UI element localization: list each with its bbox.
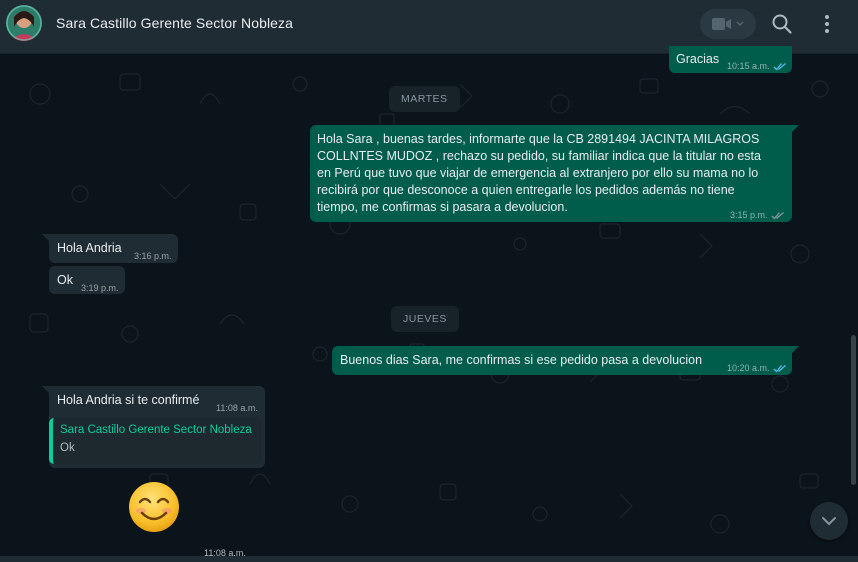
- message-text: Hola Sara , buenas tardes, informarte qu…: [317, 132, 761, 214]
- message-time: 10:20 a.m.: [727, 363, 770, 373]
- message-time: 3:16 p.m.: [134, 251, 172, 261]
- avatar-photo-icon: [6, 5, 42, 41]
- message-time: 3:19 p.m.: [81, 283, 119, 293]
- double-check-icon: [771, 212, 784, 220]
- message-meta: 11:08 a.m.: [216, 400, 258, 417]
- chevron-down-icon: [736, 21, 744, 27]
- menu-icon[interactable]: [816, 13, 838, 35]
- quoted-message[interactable]: Sara Castillo Gerente Sector Nobleza Ok: [49, 418, 261, 464]
- message-meta: 10:15 a.m.: [727, 58, 787, 75]
- message-outgoing[interactable]: Hola Sara , buenas tardes, informarte qu…: [310, 125, 799, 224]
- message-time: 10:15 a.m.: [727, 61, 770, 71]
- message-outgoing[interactable]: Gracias 10:15 a.m.: [669, 46, 792, 73]
- message-text: Hola Andria: [57, 241, 122, 255]
- composer-strip: [0, 556, 858, 562]
- message-meta: 10:20 a.m.: [727, 360, 787, 377]
- message-text: Hola Andria si te confirmé: [57, 393, 200, 407]
- double-check-icon: [773, 63, 786, 71]
- scroll-to-bottom-button[interactable]: [810, 502, 848, 540]
- message-meta: 3:15 p.m.: [730, 207, 785, 224]
- message-outgoing[interactable]: Buenos dias Sara, me confirmas si ese pe…: [332, 346, 799, 377]
- message-text: Buenos dias Sara, me confirmas si ese pe…: [340, 353, 703, 367]
- video-call-icon: [712, 18, 731, 30]
- chevron-down-icon: [822, 517, 836, 526]
- quoted-text: Ok: [60, 442, 75, 454]
- message-time: 3:15 p.m.: [730, 210, 768, 220]
- message-text: Gracias: [676, 52, 720, 66]
- scrollbar[interactable]: [851, 335, 856, 485]
- double-check-icon: [773, 365, 786, 373]
- message-text: Ok: [57, 273, 73, 287]
- message-meta: 3:16 p.m.: [134, 248, 172, 265]
- search-icon[interactable]: [771, 13, 793, 35]
- date-separator: JUEVES: [391, 306, 459, 332]
- avatar[interactable]: [6, 5, 42, 41]
- message-meta: 3:19 p.m.: [81, 280, 119, 297]
- date-separator: MARTES: [389, 86, 460, 112]
- smiling-face-icon[interactable]: [127, 480, 181, 534]
- message-incoming[interactable]: Hola Andria 3:16 p.m.: [42, 234, 178, 265]
- message-incoming[interactable]: Ok 3:19 p.m.: [49, 266, 125, 294]
- message-time: 11:08 a.m.: [216, 403, 258, 413]
- contact-name[interactable]: Sara Castillo Gerente Sector Nobleza: [56, 15, 293, 31]
- quoted-author: Sara Castillo Gerente Sector Nobleza: [60, 424, 252, 436]
- video-call-button[interactable]: [700, 9, 756, 39]
